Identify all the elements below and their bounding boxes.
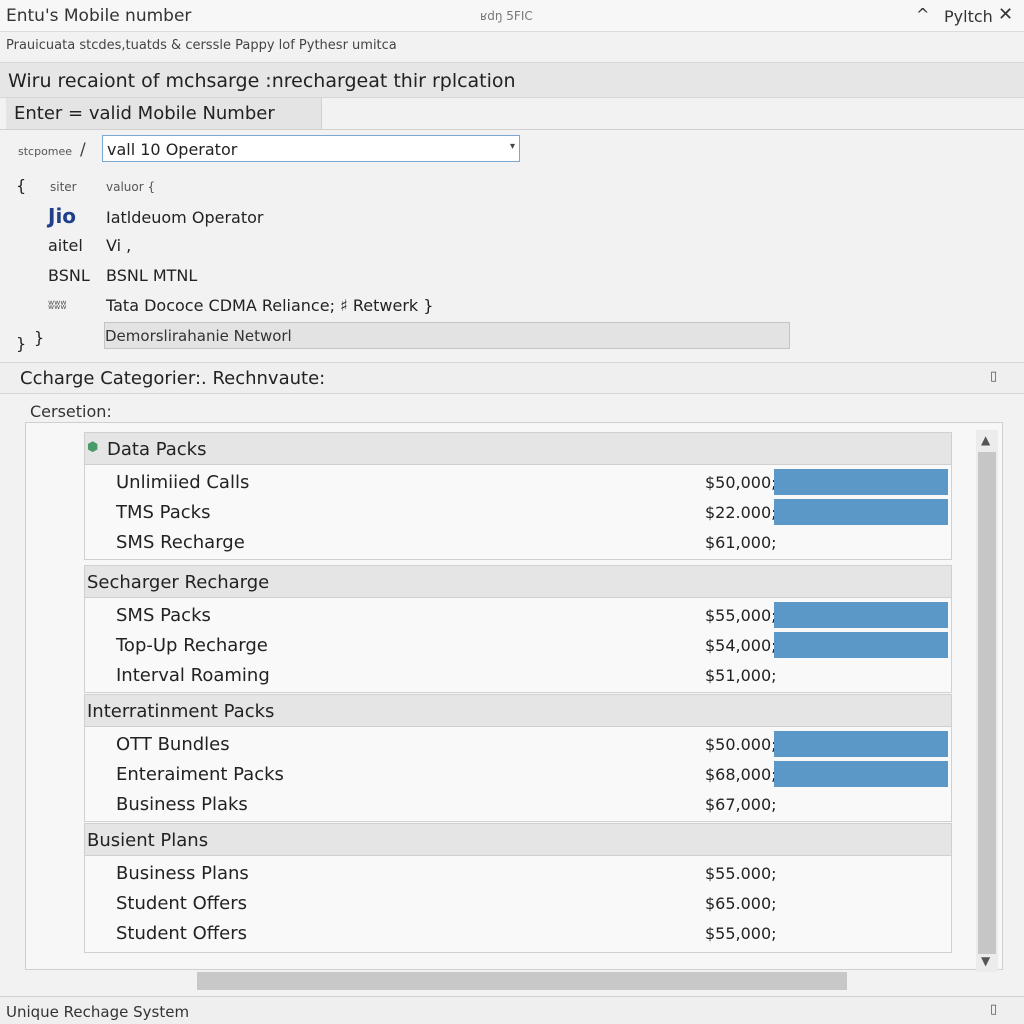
operator-select[interactable]: vall 10 Operator ▾: [102, 135, 520, 162]
category-header: Ccharge Categorier:. Rechnvaute: ▯: [0, 362, 1024, 394]
recharge-group: Secharger Recharge SMS Packs $55,000; To…: [84, 565, 952, 693]
item-name: Top-Up Recharge: [116, 635, 268, 656]
item-highlight-bar: [774, 731, 948, 757]
item-name: TMS Packs: [116, 502, 211, 523]
item-name: Business Plaks: [116, 794, 248, 815]
group-header[interactable]: ⬢ Data Packs: [85, 433, 951, 465]
tab-mobile-number[interactable]: Enter = valid Mobile Number: [6, 98, 322, 130]
item-name: OTT Bundles: [116, 734, 230, 755]
recharge-group: ⬢ Data Packs Unlimiied Calls $50,000; TM…: [84, 432, 952, 560]
operator-label: stcpomee: [18, 145, 73, 158]
item-name: Enteraiment Packs: [116, 764, 284, 785]
tree-open-brace: {: [16, 176, 27, 195]
page-title: Wiru recaiont of mchsarge :nrechargeat t…: [8, 70, 516, 92]
list-item[interactable]: SMS Recharge $61,000;: [85, 527, 951, 557]
operator-separator: /: [80, 140, 86, 160]
list-item[interactable]: Student Offers $55,000;: [85, 918, 951, 948]
item-highlight-bar: [774, 469, 948, 495]
operator-select-value: vall 10 Operator: [107, 140, 238, 159]
divider: [0, 129, 1024, 130]
chevron-down-icon[interactable]: ▾: [510, 141, 515, 152]
item-price: $22.000;: [705, 503, 777, 522]
item-name: Student Offers: [116, 893, 248, 914]
list-item[interactable]: SMS Packs $55,000;: [85, 600, 951, 630]
restore-icon[interactable]: ▯: [990, 369, 997, 384]
tree-close-left: }: [16, 334, 27, 353]
operator-value-jio: Iatldeuom Operator: [106, 208, 264, 227]
list-item[interactable]: Top-Up Recharge $54,000;: [85, 630, 951, 660]
item-name: Business Plans: [116, 863, 249, 884]
item-name: SMS Recharge: [116, 532, 245, 553]
item-price: $50.000;: [705, 735, 777, 754]
item-highlight-bar: [774, 632, 948, 658]
recharge-group: Interratinment Packs OTT Bundles $50.000…: [84, 694, 952, 822]
item-price: $55,000;: [705, 606, 777, 625]
status-icon: ▯: [990, 1002, 998, 1017]
scroll-up-icon[interactable]: ▲: [981, 433, 990, 447]
page-subtitle: Prauicuata stcdes,tuatds & cerssle Pappy…: [6, 38, 397, 53]
item-highlight-bar: [774, 499, 948, 525]
category-header-label: Ccharge Categorier:. Rechnvaute:: [20, 368, 326, 389]
item-name: Student Offers: [116, 923, 248, 944]
recharge-group: Busient Plans Business Plans $55.000; St…: [84, 823, 952, 953]
operator-key-other[interactable]: ʬʬʬ: [48, 298, 67, 312]
horizontal-scrollbar-thumb[interactable]: [197, 972, 847, 990]
operator-key-jio[interactable]: Jio: [48, 204, 76, 228]
list-item[interactable]: Business Plans $55.000;: [85, 858, 951, 888]
item-price: $51,000;: [705, 666, 777, 685]
item-price: $61,000;: [705, 533, 777, 552]
status-bar: Unique Rechage System ▯: [0, 996, 1024, 1024]
scrollbar-thumb[interactable]: [978, 452, 996, 954]
title-bar: Entu's Mobile number ʁdŋ 5FIC ^ Pyltch ✕: [0, 0, 1024, 32]
group-header[interactable]: Busient Plans: [85, 824, 951, 856]
operator-value-bsnl: BSNL MTNL: [106, 266, 198, 285]
window-center-text: ʁdŋ 5FIC: [480, 9, 533, 23]
group-header[interactable]: Secharger Recharge: [85, 566, 951, 598]
item-name: Unlimiied Calls: [116, 472, 250, 493]
group-title: Busient Plans: [87, 830, 209, 851]
data-pack-icon: ⬢: [87, 440, 99, 455]
item-name: Interval Roaming: [116, 665, 270, 686]
close-icon[interactable]: ✕: [998, 4, 1013, 25]
item-price: $55,000;: [705, 924, 777, 943]
list-item[interactable]: Enteraiment Packs $68,000;: [85, 759, 951, 789]
tree-sub-left: siter: [50, 180, 77, 194]
network-field[interactable]: Demorslirahanie Networl: [104, 322, 790, 349]
operator-value-other: Tata Dococe CDMA Reliance; ♯ Retwerk }: [106, 296, 434, 315]
item-highlight-bar: [774, 602, 948, 628]
list-item[interactable]: Unlimiied Calls $50,000;: [85, 467, 951, 497]
operator-key-bsnl[interactable]: BSNL: [48, 266, 90, 285]
list-item[interactable]: Interval Roaming $51,000;: [85, 660, 951, 690]
window-title: Entu's Mobile number: [6, 6, 192, 26]
list-item[interactable]: Business Plaks $67,000;: [85, 789, 951, 819]
operator-value-airtel: Vi ,: [106, 236, 132, 255]
page-heading: Wiru recaiont of mchsarge :nrechargeat t…: [0, 62, 1024, 98]
item-price: $67,000;: [705, 795, 777, 814]
network-field-value: Demorslirahanie Networl: [105, 327, 292, 345]
group-title: Interratinment Packs: [87, 701, 275, 722]
section-label: Cersetion:: [30, 402, 112, 421]
scroll-down-icon[interactable]: ▼: [981, 954, 990, 968]
minimize-icon[interactable]: ^: [916, 5, 929, 24]
group-title: Secharger Recharge: [87, 572, 270, 593]
tree-sub-right: valuor {: [106, 180, 156, 194]
list-item[interactable]: OTT Bundles $50.000;: [85, 729, 951, 759]
list-item[interactable]: TMS Packs $22.000;: [85, 497, 951, 527]
tab-mobile-number-label: Enter = valid Mobile Number: [14, 103, 275, 124]
group-title: Data Packs: [107, 439, 207, 460]
app-name: Pyltch: [944, 7, 993, 26]
tree-close-right: }: [34, 328, 45, 347]
item-price: $50,000;: [705, 473, 777, 492]
status-text: Unique Rechage System: [6, 1003, 190, 1021]
group-header[interactable]: Interratinment Packs: [85, 695, 951, 727]
item-price: $68,000;: [705, 765, 777, 784]
item-name: SMS Packs: [116, 605, 211, 626]
vertical-scrollbar[interactable]: ▲ ▼: [976, 430, 998, 972]
item-price: $54,000;: [705, 636, 777, 655]
item-price: $65.000;: [705, 894, 777, 913]
item-price: $55.000;: [705, 864, 777, 883]
item-highlight-bar: [774, 761, 948, 787]
list-item[interactable]: Student Offers $65.000;: [85, 888, 951, 918]
operator-key-airtel[interactable]: aitel: [48, 236, 83, 255]
